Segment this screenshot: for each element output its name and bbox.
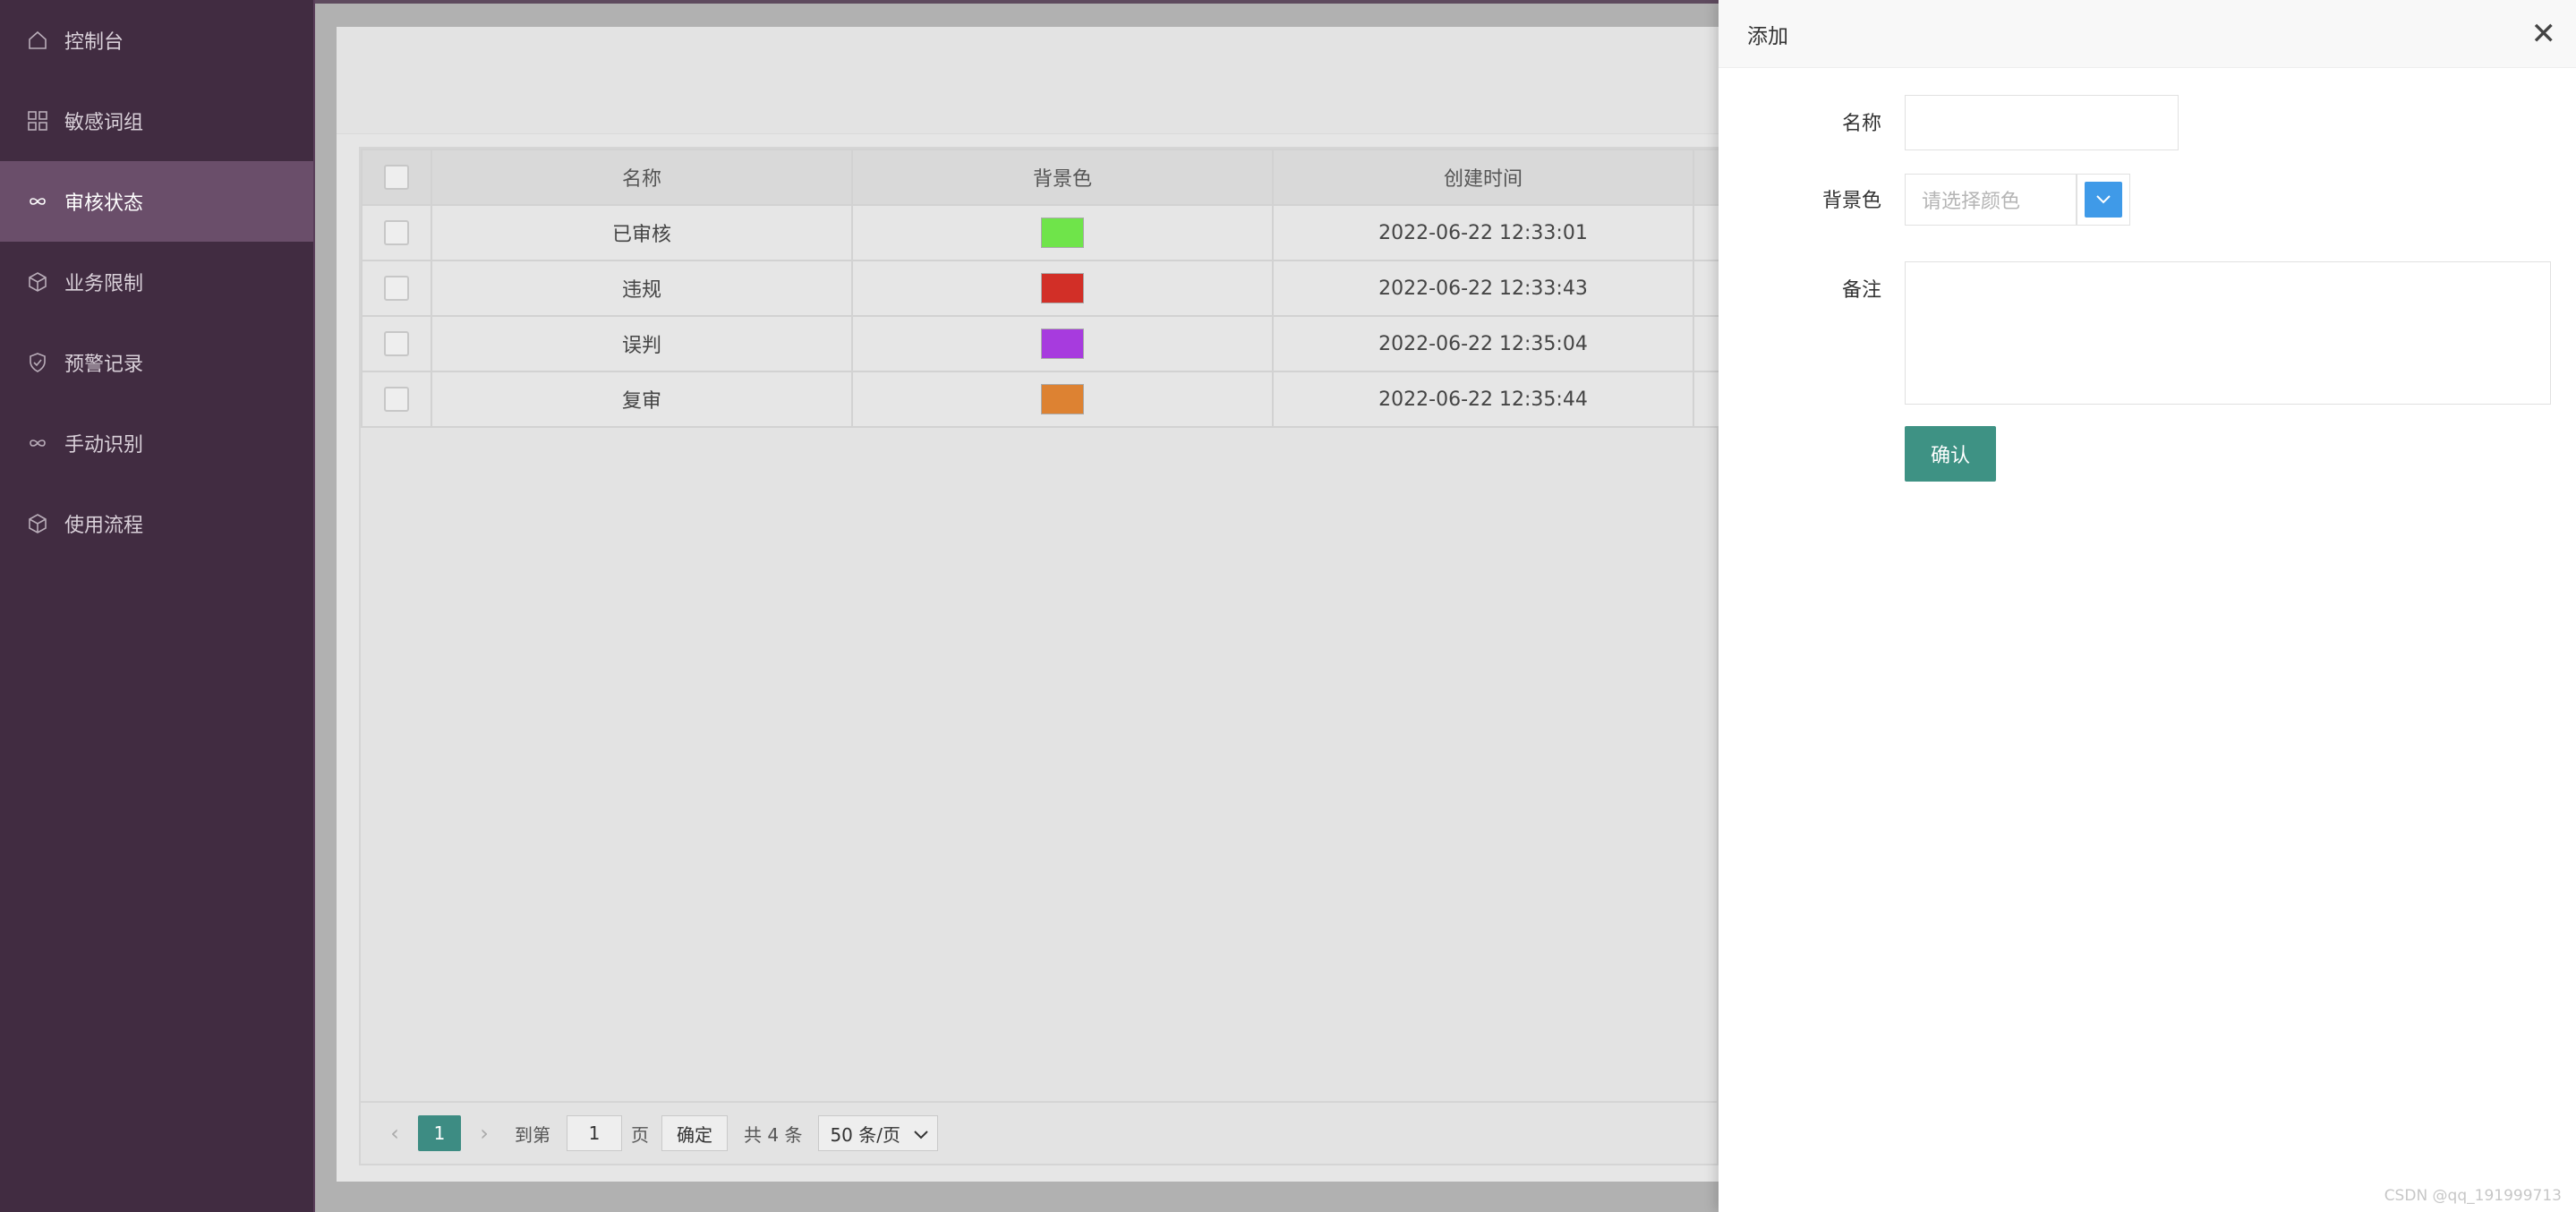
- color-input[interactable]: 请选择颜色: [1905, 174, 2077, 226]
- chevron-down-icon: [2085, 182, 2122, 218]
- row-check-cell: [361, 260, 432, 317]
- color-swatch: [1041, 329, 1084, 359]
- sidebar-item-review-status[interactable]: 审核状态: [0, 161, 313, 242]
- row-check-cell: [361, 315, 432, 372]
- chevron-down-icon: [914, 1122, 929, 1144]
- shield-check-icon: [27, 352, 48, 373]
- infinity-icon: [27, 432, 48, 454]
- table-row[interactable]: 复审 2022-06-22 12:35:44: [361, 371, 1720, 428]
- row-color-cell: [851, 204, 1274, 261]
- color-picker-trigger[interactable]: [2077, 174, 2130, 226]
- color-label: 背景色: [1821, 190, 1881, 212]
- sidebar-item-business-limits[interactable]: 业务限制: [0, 242, 313, 322]
- confirm-button[interactable]: 确认: [1905, 426, 1996, 482]
- content-panel: 名称 背景色 创建时间 已审核 2022-06-22 12:33:01 违规 2…: [337, 27, 1720, 1182]
- next-page-icon[interactable]: ›: [470, 1121, 499, 1146]
- row-created: 2022-06-22 12:35:44: [1272, 371, 1694, 428]
- row-checkbox[interactable]: [384, 331, 409, 356]
- cube-icon: [27, 271, 48, 293]
- color-swatch: [1041, 218, 1084, 248]
- main-content: 名称 背景色 创建时间 已审核 2022-06-22 12:33:01 违规 2…: [315, 4, 1720, 1212]
- row-color-cell: [851, 260, 1274, 317]
- page-size-select[interactable]: 50 条/页: [818, 1115, 939, 1151]
- column-header-extra: [1693, 149, 1720, 206]
- row-name: 复审: [431, 371, 853, 428]
- column-header-name[interactable]: 名称: [431, 149, 853, 206]
- page-unit-label: 页: [631, 1123, 649, 1146]
- select-all-checkbox[interactable]: [384, 165, 409, 190]
- sidebar-item-manual-recognition[interactable]: 手动识别: [0, 403, 313, 483]
- toolbar-area: [337, 27, 1719, 134]
- name-label: 名称: [1841, 113, 1881, 135]
- page-size-value: 50 条/页: [830, 1123, 900, 1146]
- sidebar-item-label: 使用流程: [64, 515, 144, 537]
- cube-icon: [27, 513, 48, 534]
- table-header-row: 名称 背景色 创建时间: [361, 149, 1720, 206]
- sidebar-item-usage-flow[interactable]: 使用流程: [0, 483, 313, 564]
- row-checkbox[interactable]: [384, 387, 409, 412]
- row-name: 已审核: [431, 204, 853, 261]
- add-form: 名称 背景色 请选择颜色 备注 确认: [1719, 0, 2576, 1212]
- name-input[interactable]: [1905, 95, 2179, 150]
- row-extra: [1693, 315, 1720, 372]
- grid-icon: [27, 110, 48, 132]
- sidebar-item-console[interactable]: 控制台: [0, 0, 313, 81]
- sidebar-item-label: 敏感词组: [64, 112, 144, 134]
- row-checkbox[interactable]: [384, 220, 409, 245]
- data-table: 名称 背景色 创建时间 已审核 2022-06-22 12:33:01 违规 2…: [361, 149, 1720, 428]
- row-check-cell: [361, 204, 432, 261]
- goto-confirm-button[interactable]: 确定: [661, 1115, 728, 1151]
- table-row[interactable]: 误判 2022-06-22 12:35:04: [361, 315, 1720, 372]
- home-icon: [27, 30, 48, 51]
- sidebar-item-sensitive-words[interactable]: 敏感词组: [0, 81, 313, 161]
- sidebar-item-label: 审核状态: [64, 192, 144, 215]
- color-swatch: [1041, 384, 1084, 414]
- goto-page-input[interactable]: 1: [567, 1115, 622, 1151]
- row-created: 2022-06-22 12:33:01: [1272, 204, 1694, 261]
- data-table-container: 名称 背景色 创建时间 已审核 2022-06-22 12:33:01 违规 2…: [359, 147, 1720, 1165]
- goto-label: 到第: [515, 1123, 550, 1146]
- sidebar-item-label: 预警记录: [64, 354, 144, 376]
- column-header-created[interactable]: 创建时间: [1272, 149, 1694, 206]
- row-created: 2022-06-22 12:33:43: [1272, 260, 1694, 317]
- watermark: CSDN @qq_191999713: [2384, 1187, 2562, 1205]
- row-extra: [1693, 371, 1720, 428]
- remark-textarea[interactable]: [1905, 261, 2551, 405]
- sidebar-item-label: 业务限制: [64, 273, 144, 295]
- remark-label: 备注: [1841, 279, 1881, 302]
- total-count: 共 4 条: [744, 1123, 803, 1146]
- sidebar-item-label: 控制台: [64, 31, 124, 54]
- table-row[interactable]: 违规 2022-06-22 12:33:43: [361, 260, 1720, 317]
- page-number-current[interactable]: 1: [418, 1115, 461, 1151]
- sidebar-item-label: 手动识别: [64, 434, 144, 457]
- sidebar: 控制台 敏感词组 审核状态 业务限制 预警记录 手动识别 使用流程: [0, 0, 315, 1212]
- row-color-cell: [851, 371, 1274, 428]
- column-header-color[interactable]: 背景色: [851, 149, 1274, 206]
- sidebar-item-warning-records[interactable]: 预警记录: [0, 322, 313, 403]
- row-created: 2022-06-22 12:35:04: [1272, 315, 1694, 372]
- add-drawer: 添加 ✕ 名称 背景色 请选择颜色 备注 确认 CSDN @qq_1919997…: [1719, 0, 2576, 1212]
- select-all-cell: [361, 149, 432, 206]
- table-row[interactable]: 已审核 2022-06-22 12:33:01: [361, 204, 1720, 261]
- row-extra: [1693, 204, 1720, 261]
- row-checkbox[interactable]: [384, 276, 409, 301]
- row-name: 误判: [431, 315, 853, 372]
- color-swatch: [1041, 273, 1084, 303]
- prev-page-icon[interactable]: ‹: [380, 1121, 409, 1146]
- pagination: ‹ 1 › 到第 1 页 确定 共 4 条 50 条/页: [361, 1101, 1717, 1164]
- infinity-icon: [27, 191, 48, 212]
- row-name: 违规: [431, 260, 853, 317]
- row-check-cell: [361, 371, 432, 428]
- row-color-cell: [851, 315, 1274, 372]
- row-extra: [1693, 260, 1720, 317]
